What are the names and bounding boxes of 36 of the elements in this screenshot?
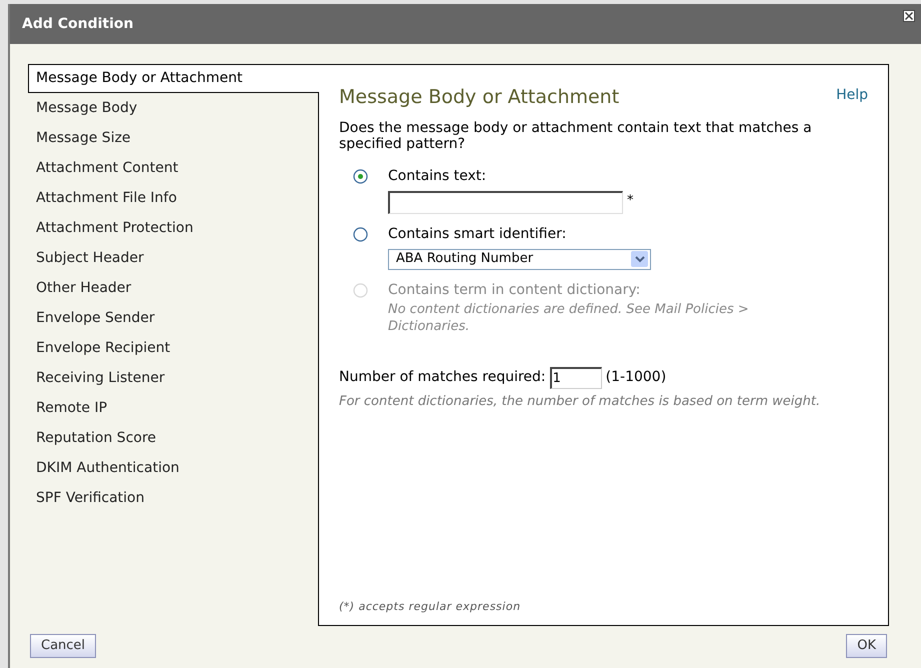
window-title: Add Condition [22, 14, 134, 34]
matches-field[interactable]: 1 [550, 366, 602, 388]
option-label: Contains smart identifier: [388, 224, 566, 244]
matches-range: (1-1000) [606, 368, 666, 387]
radio-button[interactable] [353, 168, 368, 184]
sidebar-item[interactable]: Message Body [28, 93, 319, 123]
sidebar-item[interactable]: Remote IP [28, 393, 319, 423]
option-label: Contains term in content dictionary: [388, 280, 640, 300]
matches-label: Number of matches required: [339, 368, 546, 387]
option-note: No content dictionaries are defined. See Mail Policies > Dictionaries. [388, 300, 750, 334]
sidebar-item[interactable]: Envelope Sender [28, 303, 319, 333]
required-mark: * [627, 192, 634, 210]
sidebar-item[interactable]: Attachment Protection [28, 213, 319, 243]
sidebar-item[interactable]: Message Body or Attachment [28, 64, 319, 93]
radio-button[interactable] [353, 226, 368, 242]
text-field[interactable] [388, 190, 623, 214]
sidebar-item[interactable]: Reputation Score [28, 423, 319, 453]
ok-button[interactable]: OK [846, 634, 887, 658]
sidebar-item[interactable]: DKIM Authentication [28, 453, 319, 483]
option-label: Contains text: [388, 166, 486, 186]
sidebar-item[interactable]: Attachment File Info [28, 183, 319, 213]
sidebar-item[interactable]: Subject Header [28, 243, 319, 273]
sidebar-item[interactable]: SPF Verification [28, 483, 319, 513]
description-text: Does the message body or attachment contain text that matches a specified pattern? [339, 120, 813, 152]
panel-heading: Message Body or Attachment [339, 85, 620, 110]
sidebar-item[interactable]: Other Header [28, 273, 319, 303]
footnote-text: (*) accepts regular expression [339, 598, 521, 614]
close-icon[interactable] [903, 10, 915, 22]
sidebar-item[interactable]: Envelope Recipient [28, 333, 319, 363]
sidebar-item[interactable]: Message Size [28, 123, 319, 153]
identifier-dropdown[interactable]: ABA Routing Number [388, 248, 651, 270]
help-link[interactable]: Help [836, 85, 868, 106]
matches-note: For content dictionaries, the number of matches is based on term weight. [339, 392, 822, 410]
sidebar-item[interactable]: Receiving Listener [28, 363, 319, 393]
sidebar-item[interactable]: Attachment Content [28, 153, 319, 183]
cancel-button[interactable]: Cancel [30, 634, 96, 658]
